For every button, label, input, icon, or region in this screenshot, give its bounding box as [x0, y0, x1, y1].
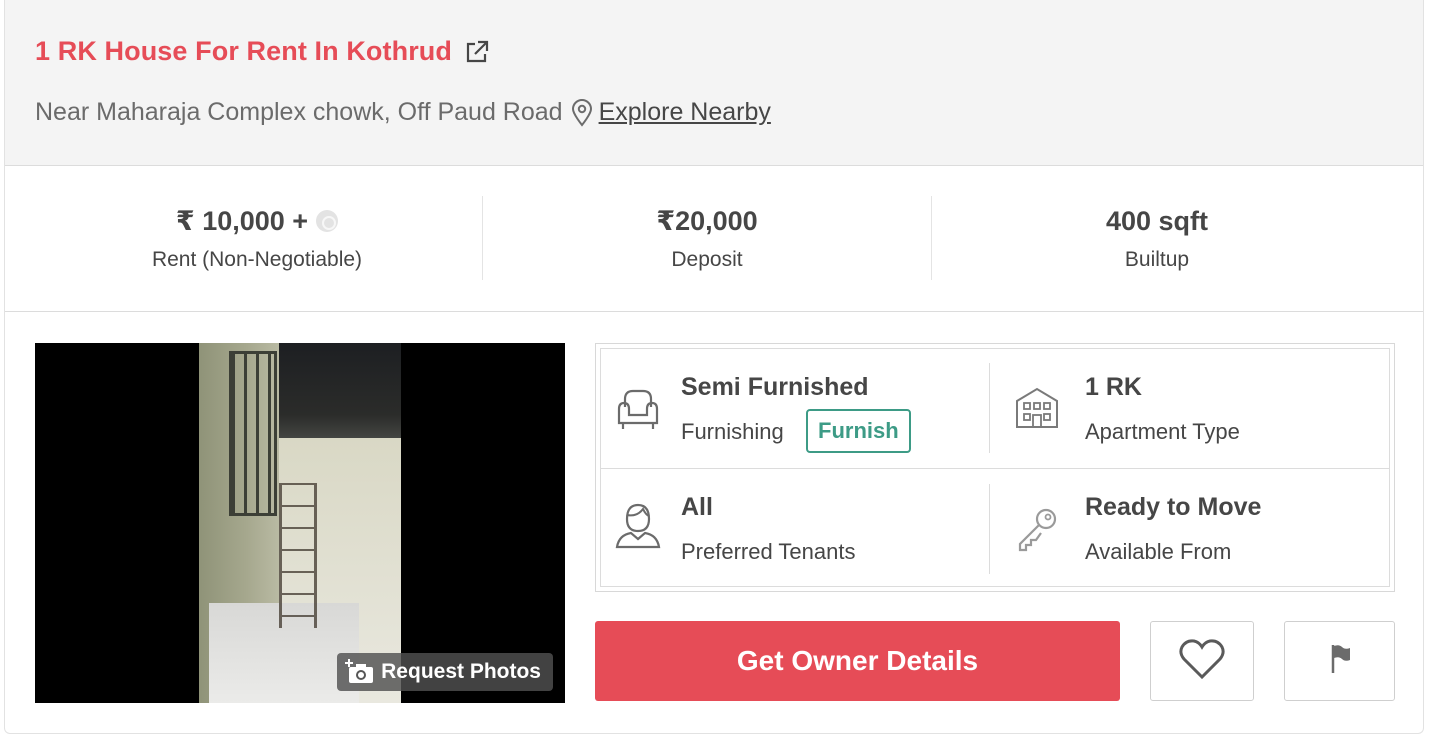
address-row: Near Maharaja Complex chowk, Off Paud Ro… [35, 98, 771, 127]
location-pin-icon [571, 98, 593, 127]
stat-divider [931, 196, 932, 280]
property-title[interactable]: 1 RK House For Rent In Kothrud [35, 36, 452, 67]
deposit-value: ₹20,000 [656, 205, 758, 236]
apartment-type-cell: 1 RK Apartment Type [990, 349, 1390, 467]
property-card: 1 RK House For Rent In Kothrud Near Maha… [4, 0, 1424, 734]
photo-image [199, 343, 401, 703]
building-icon [1012, 383, 1062, 433]
availability-value: Ready to Move [1085, 493, 1262, 521]
heart-icon [1178, 638, 1226, 685]
shortlist-button[interactable] [1150, 621, 1254, 701]
tenants-cell: All Preferred Tenants [601, 469, 989, 587]
request-photos-button[interactable]: Request Photos [337, 653, 553, 691]
rent-stat: ₹ 10,000 + Rent (Non-Negotiable) [57, 196, 457, 280]
rent-label: Rent (Non-Negotiable) [151, 248, 363, 271]
info-icon[interactable] [316, 210, 339, 232]
external-link-icon[interactable] [464, 39, 490, 65]
person-icon [613, 499, 663, 549]
furnishing-value: Semi Furnished [681, 373, 869, 401]
add-camera-icon [345, 659, 375, 685]
availability-cell: Ready to Move Available From [990, 469, 1390, 587]
deposit-stat: ₹20,000 Deposit [507, 196, 907, 280]
rent-value: ₹ 10,000 + [175, 205, 309, 236]
property-address: Near Maharaja Complex chowk, Off Paud Ro… [35, 98, 563, 126]
builtup-value: 400 sqft [1105, 205, 1209, 236]
stat-divider [482, 196, 483, 280]
property-header: 1 RK House For Rent In Kothrud Near Maha… [5, 0, 1423, 166]
deposit-label: Deposit [671, 248, 743, 271]
apartment-type-label: Apartment Type [1085, 419, 1240, 444]
report-button[interactable] [1284, 621, 1395, 701]
title-row: 1 RK House For Rent In Kothrud [35, 36, 490, 67]
apartment-type-value: 1 RK [1085, 373, 1142, 401]
get-owner-details-button[interactable]: Get Owner Details [595, 621, 1120, 701]
tenants-label: Preferred Tenants [681, 539, 856, 564]
property-details-grid: Semi Furnished Furnishing Furnish 1 RK A… [595, 343, 1395, 592]
furnishing-label: Furnishing [681, 419, 784, 444]
availability-label: Available From [1085, 539, 1232, 564]
builtup-stat: 400 sqft Builtup [957, 196, 1357, 280]
price-stats: ₹ 10,000 + Rent (Non-Negotiable) ₹20,000… [5, 166, 1423, 312]
builtup-label: Builtup [1124, 248, 1190, 271]
sofa-icon [613, 385, 663, 435]
furnish-button[interactable]: Furnish [806, 409, 911, 453]
request-photos-label: Request Photos [381, 660, 541, 683]
furnishing-cell: Semi Furnished Furnishing Furnish [601, 349, 989, 467]
tenants-value: All [681, 493, 713, 521]
flag-icon [1328, 643, 1352, 680]
explore-nearby-link[interactable]: Explore Nearby [599, 98, 771, 127]
property-photo[interactable]: Request Photos [35, 343, 565, 703]
key-icon [1012, 505, 1062, 555]
